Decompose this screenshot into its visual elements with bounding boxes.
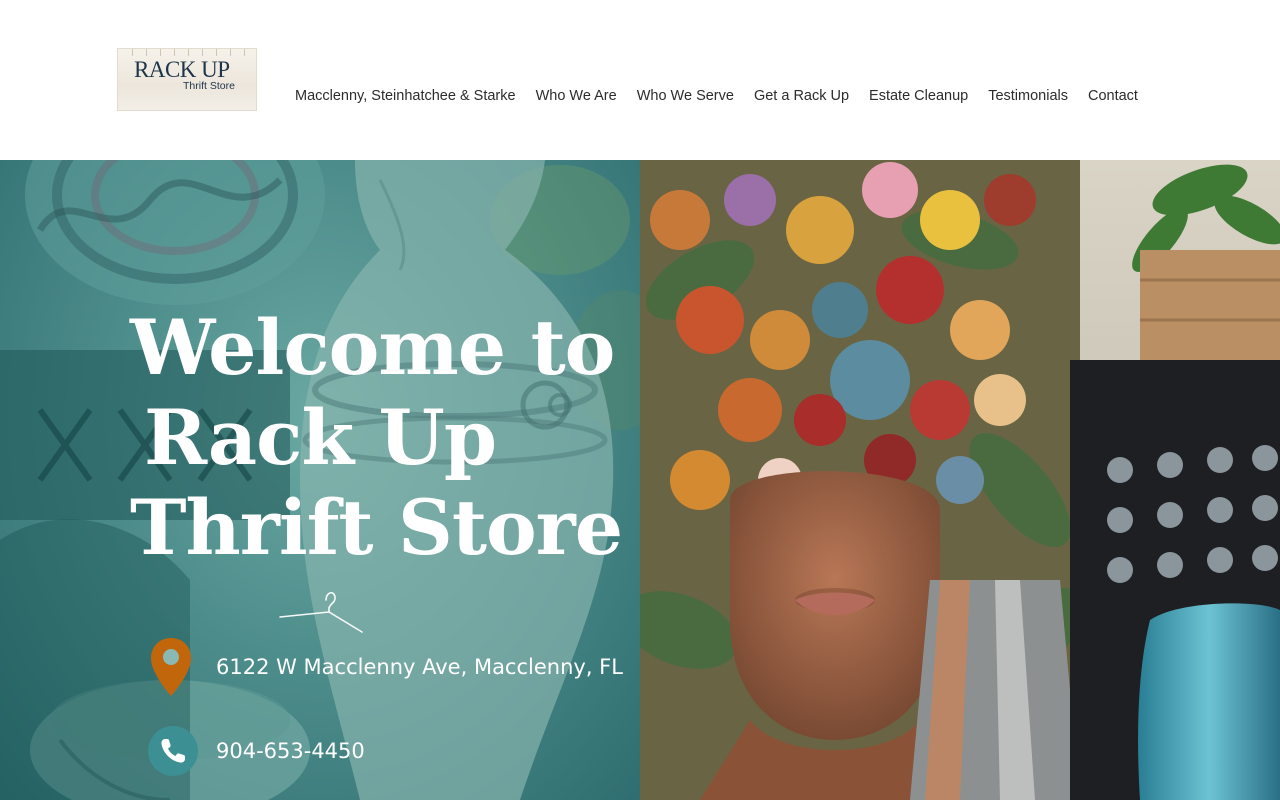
phone-icon [148,726,198,776]
nav-item-testimonials[interactable]: Testimonials [978,84,1078,108]
logo-decoration [146,49,147,56]
logo-decoration [174,49,175,56]
site-logo[interactable]: RACK UP Thrift Store [117,48,257,111]
hero-heading-line-3: Thrift Store [130,483,623,572]
hero-heading-line-1: Welcome to [130,303,615,392]
logo-decoration [160,49,161,56]
nav-item-locations[interactable]: Macclenny, Steinhatchee & Starke [285,84,526,108]
logo-decoration [244,49,245,56]
hero-heading: Welcome to Rack Up Thrift Store [130,303,623,573]
nav-item-who-we-serve[interactable]: Who We Serve [627,84,744,108]
nav-item-get-a-rack-up[interactable]: Get a Rack Up [744,84,859,108]
nav-item-who-we-are[interactable]: Who We Are [526,84,627,108]
main-nav: Macclenny, Steinhatchee & Starke Who We … [285,84,1148,108]
address-row[interactable]: 6122 W Macclenny Ave, Macclenny, FL [148,636,623,698]
logo-decoration [132,49,133,56]
map-pin-icon [151,638,191,696]
nav-item-estate-cleanup[interactable]: Estate Cleanup [859,84,978,108]
phone-row[interactable]: 904-653-4450 [148,726,365,776]
logo-decoration [188,49,189,56]
phone-text[interactable]: 904-653-4450 [216,739,365,763]
logo-decoration [216,49,217,56]
hero-section: Welcome to Rack Up Thrift Store 6122 W M… [0,160,1280,800]
address-text[interactable]: 6122 W Macclenny Ave, Macclenny, FL [216,655,623,679]
hero-heading-line-2: Rack Up [144,393,497,482]
logo-decoration [202,49,203,56]
flower-portrait-painting [640,160,1280,800]
logo-subtitle: Thrift Store [183,80,235,92]
hanger-icon [279,591,363,633]
site-header: RACK UP Thrift Store Macclenny, Steinhat… [0,0,1280,160]
hero-right-photo [640,160,1280,800]
logo-decoration [230,49,231,56]
nav-item-contact[interactable]: Contact [1078,84,1148,108]
